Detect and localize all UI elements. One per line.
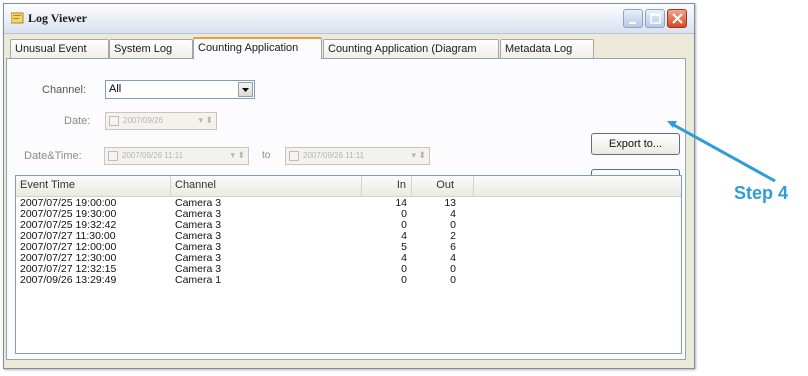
step-label: Step 4 <box>734 183 789 203</box>
tab-counting-application[interactable]: Counting Application <box>193 37 322 59</box>
annotation-arrow <box>667 121 776 183</box>
